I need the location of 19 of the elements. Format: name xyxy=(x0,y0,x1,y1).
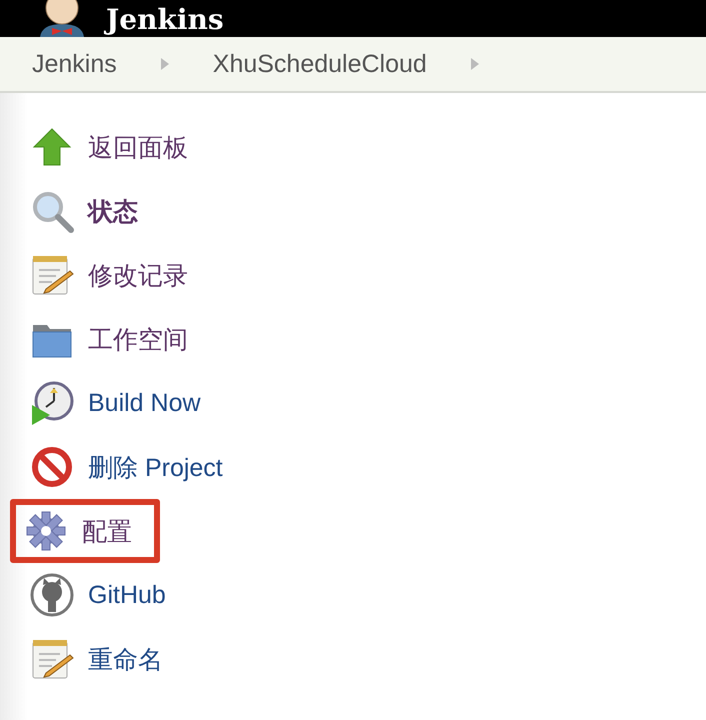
app-title[interactable]: Jenkins xyxy=(106,3,224,37)
clock-play-icon[interactable] xyxy=(30,381,74,425)
breadcrumb-link[interactable]: Jenkins xyxy=(32,50,117,78)
task-link[interactable]: 状态 xyxy=(88,194,138,228)
notepad-pencil-icon[interactable] xyxy=(30,637,74,681)
prohibited-icon[interactable] xyxy=(30,445,74,489)
gear-icon[interactable] xyxy=(24,509,68,553)
notepad-pencil-icon[interactable] xyxy=(30,253,74,297)
task-link[interactable]: 删除 Project xyxy=(88,450,223,484)
task-link[interactable]: 工作空间 xyxy=(88,322,188,356)
task-link[interactable]: GitHub xyxy=(88,580,166,610)
task-link[interactable]: 修改记录 xyxy=(88,258,188,292)
task-link[interactable]: 返回面板 xyxy=(88,130,188,164)
task-link[interactable]: Build Now xyxy=(88,388,201,418)
octocat-icon[interactable] xyxy=(30,573,74,617)
search-icon[interactable] xyxy=(30,189,74,233)
task-link[interactable]: 配置 xyxy=(82,514,132,548)
breadcrumb-link[interactable]: XhuScheduleCloud xyxy=(212,50,427,78)
task-link[interactable]: 重命名 xyxy=(88,642,163,676)
